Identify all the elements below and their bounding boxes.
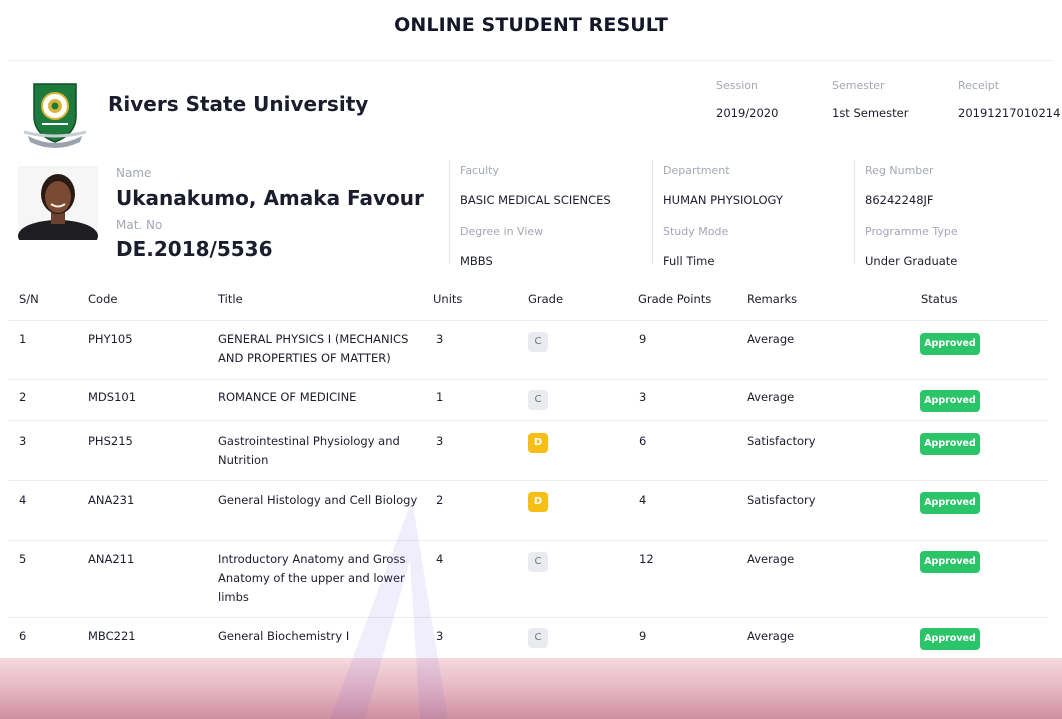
- matno-label: Mat. No: [116, 218, 163, 232]
- row-points: 12: [639, 552, 654, 566]
- grade-badge: C: [528, 390, 548, 410]
- row-code: ANA231: [88, 493, 135, 507]
- row-title: Introductory Anatomy and Gross Anatomy o…: [218, 552, 406, 604]
- reg-value: 86242248JF: [865, 193, 934, 207]
- col-header-title: Title: [218, 292, 243, 306]
- row-units: 3: [436, 332, 444, 346]
- mode-label: Study Mode: [663, 225, 729, 238]
- row-remarks: Satisfactory: [747, 434, 816, 448]
- row-sn: 1: [19, 332, 27, 346]
- status-badge: Approved: [920, 390, 980, 412]
- table-row: [8, 379, 1048, 380]
- row-code: ANA211: [88, 552, 135, 566]
- row-sn: 2: [19, 390, 27, 404]
- department-column: Department HUMAN PHYSIOLOGY Study Mode F…: [652, 160, 783, 268]
- row-remarks: Average: [747, 332, 795, 346]
- degree-value: MBBS: [460, 254, 493, 268]
- row-units: 2: [436, 493, 444, 507]
- grade-badge: D: [528, 433, 548, 453]
- university-crest-icon: [23, 83, 87, 148]
- status-badge: Approved: [920, 433, 980, 455]
- row-sn: 5: [19, 552, 27, 566]
- table-row: [8, 540, 1048, 541]
- status-badge: Approved: [920, 628, 980, 650]
- row-remarks: Average: [747, 390, 795, 404]
- semester-label: Semester: [832, 79, 885, 92]
- row-code: MBC221: [88, 629, 136, 643]
- row-title: GENERAL PHYSICS I (MECHANICS AND PROPERT…: [218, 332, 409, 365]
- page-title: ONLINE STUDENT RESULT: [394, 14, 668, 36]
- col-header-remarks: Remarks: [747, 292, 798, 306]
- student-avatar: [18, 166, 98, 240]
- col-header-points: Grade Points: [638, 292, 712, 306]
- status-badge: Approved: [920, 333, 980, 355]
- table-row: [8, 480, 1048, 481]
- faculty-label: Faculty: [460, 164, 499, 177]
- session-value: 2019/2020: [716, 106, 779, 120]
- status-badge: Approved: [920, 492, 980, 514]
- row-sn: 6: [19, 629, 27, 643]
- row-sn: 3: [19, 434, 27, 448]
- faculty-value: BASIC MEDICAL SCIENCES: [460, 193, 611, 207]
- grade-badge: C: [528, 332, 548, 352]
- semester-block: Semester 1st Semester: [832, 79, 908, 120]
- session-label: Session: [716, 79, 758, 92]
- row-title: ROMANCE OF MEDICINE: [218, 390, 357, 404]
- degree-label: Degree in View: [460, 225, 544, 238]
- col-header-code: Code: [88, 292, 118, 306]
- grade-badge: C: [528, 552, 548, 572]
- receipt-value: 20191217010214: [958, 106, 1061, 120]
- row-units: 3: [436, 629, 444, 643]
- reg-label: Reg Number: [865, 164, 934, 177]
- name-label: Name: [116, 166, 152, 180]
- faculty-column: Faculty BASIC MEDICAL SCIENCES Degree in…: [449, 160, 611, 268]
- col-header-grade: Grade: [528, 292, 564, 306]
- table-row: [8, 320, 1048, 321]
- row-units: 4: [436, 552, 444, 566]
- session-block: Session 2019/2020: [716, 79, 778, 120]
- mode-value: Full Time: [663, 254, 715, 268]
- receipt-label: Receipt: [958, 79, 1000, 92]
- row-remarks: Average: [747, 629, 795, 643]
- grade-badge: C: [528, 628, 548, 648]
- university-name: Rivers State University: [108, 92, 369, 116]
- row-title: General Biochemistry I: [218, 629, 350, 643]
- row-points: 9: [639, 332, 647, 346]
- row-units: 3: [436, 434, 444, 448]
- status-badge: Approved: [920, 551, 980, 573]
- row-points: 3: [639, 390, 647, 404]
- student-name: Ukanakumo, Amaka Favour: [116, 186, 424, 210]
- row-code: PHY105: [88, 332, 133, 346]
- row-code: PHS215: [88, 434, 133, 448]
- footer-band: [0, 658, 1062, 719]
- grade-badge: D: [528, 492, 548, 512]
- row-remarks: Average: [747, 552, 795, 566]
- department-value: HUMAN PHYSIOLOGY: [663, 193, 783, 207]
- programme-label: Programme Type: [865, 225, 958, 238]
- row-units: 1: [436, 390, 444, 404]
- row-points: 6: [639, 434, 647, 448]
- row-points: 4: [639, 493, 647, 507]
- matno-value: DE.2018/5536: [116, 237, 273, 261]
- col-header-units: Units: [433, 292, 463, 306]
- receipt-block: Receipt 20191217010214: [958, 79, 1060, 120]
- reg-column: Reg Number 86242248JF Programme Type Und…: [854, 160, 958, 268]
- table-row: [8, 617, 1048, 618]
- row-code: MDS101: [88, 390, 137, 404]
- department-label: Department: [663, 164, 730, 177]
- programme-value: Under Graduate: [865, 254, 958, 268]
- row-title: General Histology and Cell Biology: [218, 493, 418, 507]
- semester-value: 1st Semester: [832, 106, 909, 120]
- row-remarks: Satisfactory: [747, 493, 816, 507]
- col-header-status: Status: [921, 292, 958, 306]
- table-row: [8, 420, 1048, 421]
- row-points: 9: [639, 629, 647, 643]
- row-title: Gastrointestinal Physiology and Nutritio…: [218, 434, 400, 467]
- row-sn: 4: [19, 493, 27, 507]
- col-header-sn: S/N: [19, 292, 39, 306]
